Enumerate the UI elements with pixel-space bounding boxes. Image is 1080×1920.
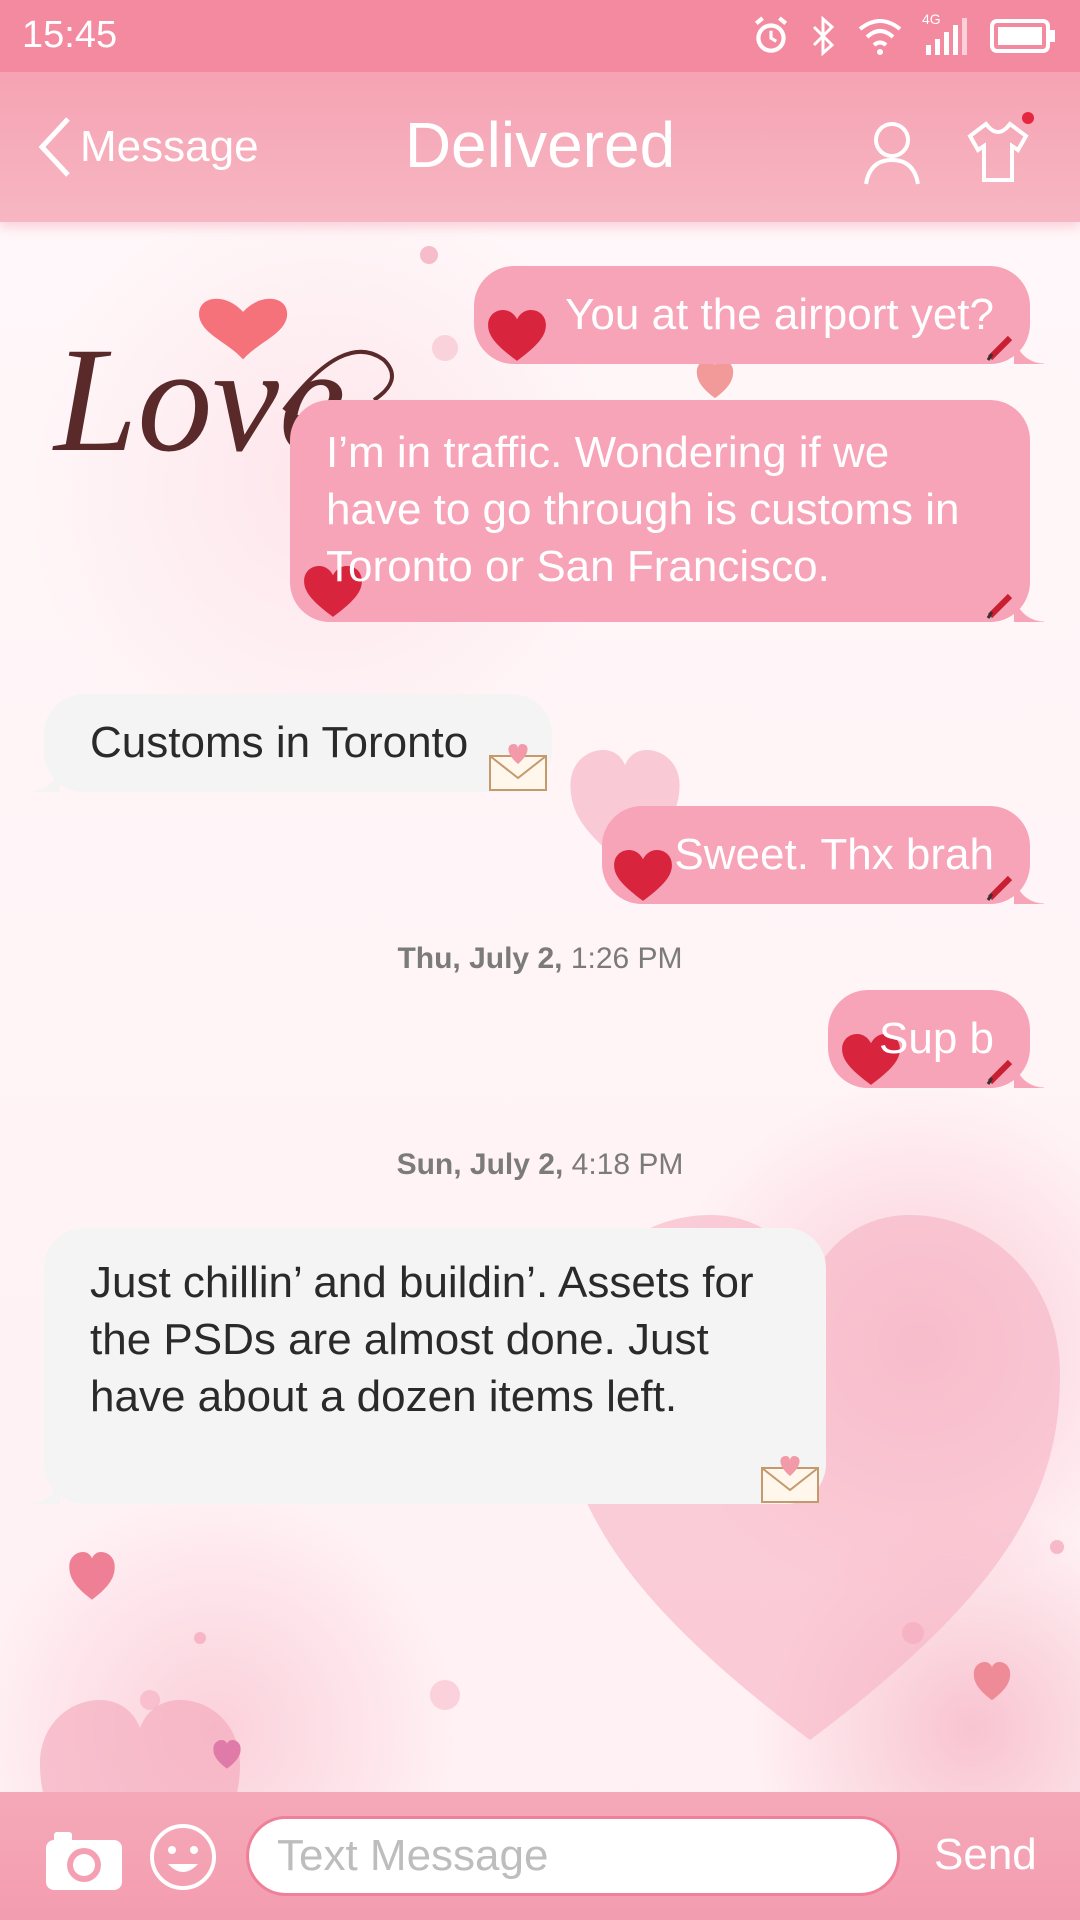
composer-bar: Send	[0, 1792, 1080, 1920]
message-text: You at the airport yet?	[565, 290, 994, 339]
status-time: 15:45	[22, 14, 118, 56]
conversation-header: Message Delivered	[0, 72, 1080, 222]
small-heart-icon	[973, 1662, 1011, 1701]
signal-icon: 4G	[922, 11, 972, 57]
decor-dot	[902, 1622, 924, 1644]
decor-dot	[194, 1632, 206, 1644]
notification-dot	[1022, 112, 1034, 124]
message-bubble-incoming[interactable]: Just chillin’ and buildin’. Assets for t…	[30, 1228, 826, 1504]
timestamp: Thu, July 2, 1:26 PM	[0, 942, 1080, 976]
pencil-icon	[986, 1059, 1013, 1085]
decor-dot	[420, 246, 438, 264]
small-heart-icon	[696, 360, 734, 399]
message-bubble-outgoing[interactable]: Sweet. Thx brah	[602, 806, 1044, 904]
message-text: Just chillin’ and buildin’. Assets for t…	[90, 1258, 754, 1421]
wifi-icon	[858, 19, 902, 55]
status-icons: 4G	[750, 11, 1056, 60]
timestamp-time: 1:26 PM	[570, 942, 683, 975]
timestamp: Sun, July 2, 4:18 PM	[0, 1148, 1080, 1182]
timestamp-date: Sun, July 2,	[396, 1148, 564, 1181]
small-heart-icon	[69, 1552, 115, 1600]
bluetooth-icon	[812, 15, 835, 57]
love-letter-icon	[761, 1456, 819, 1503]
pencil-icon	[986, 875, 1013, 901]
send-button[interactable]: Send	[934, 1830, 1037, 1880]
message-text: Customs in Toronto	[90, 718, 469, 767]
decor-dot	[430, 1680, 460, 1710]
pencil-icon	[986, 335, 1013, 361]
battery-icon	[990, 19, 1055, 53]
message-bubble-outgoing[interactable]: I’m in traffic. Wondering if we have to …	[290, 400, 1044, 622]
small-heart-icon	[213, 1740, 241, 1769]
decor-dot	[432, 335, 458, 361]
timestamp-date: Thu, July 2,	[397, 942, 563, 975]
message-text: Sweet. Thx brah	[674, 830, 994, 879]
contact-icon[interactable]	[862, 118, 922, 188]
status-bar: 15:45 4G	[0, 0, 1080, 72]
message-bubble-outgoing[interactable]: You at the airport yet?	[474, 266, 1044, 364]
message-text: I’m in traffic. Wondering if we have to …	[326, 428, 960, 591]
decor-dot	[1050, 1540, 1064, 1554]
message-text: Sup b	[879, 1014, 994, 1063]
theme-shirt-icon[interactable]	[966, 116, 1030, 186]
alarm-icon	[754, 16, 788, 53]
timestamp-time: 4:18 PM	[571, 1148, 684, 1181]
message-input[interactable]	[246, 1816, 900, 1896]
camera-icon[interactable]	[44, 1828, 124, 1892]
decor-dot	[140, 1690, 160, 1710]
message-bubble-outgoing[interactable]: Sup b	[828, 990, 1044, 1088]
love-letter-icon	[489, 744, 547, 791]
message-bubble-incoming[interactable]: Customs in Toronto	[30, 694, 552, 792]
emoji-icon[interactable]	[148, 1822, 218, 1892]
pencil-icon	[986, 593, 1013, 619]
